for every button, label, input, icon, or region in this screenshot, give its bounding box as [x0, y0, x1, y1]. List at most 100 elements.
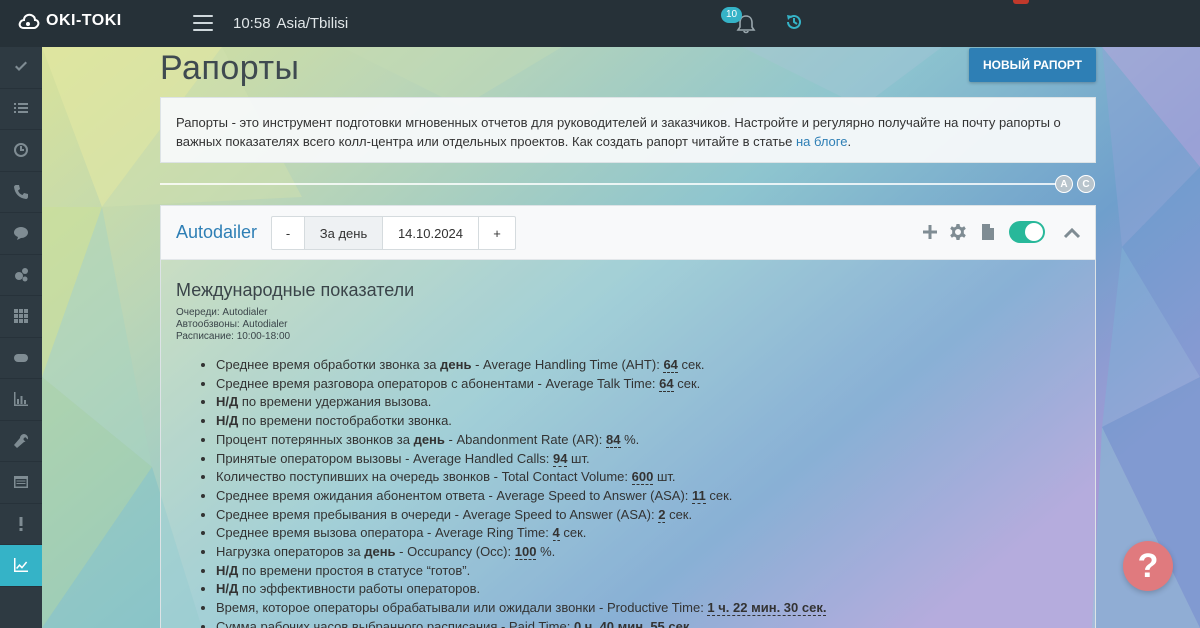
logo[interactable]: OKI-TOKI	[18, 12, 122, 30]
date-input[interactable]: 14.10.2024	[383, 217, 479, 249]
metric-value[interactable]: 4	[552, 525, 560, 542]
metric-pre: Среднее время вызова оператора - Average…	[216, 525, 553, 541]
sidebar-item-statistics[interactable]	[0, 379, 42, 421]
metric-value[interactable]: 64	[659, 375, 674, 392]
metric-value[interactable]: 84	[606, 431, 621, 448]
metric-pre: Среднее время разговора операторов с або…	[216, 375, 660, 391]
wrench-icon	[14, 433, 28, 448]
sort-a-button[interactable]: A	[1055, 175, 1073, 193]
metric-bold: Н/Д	[216, 562, 239, 578]
add-button[interactable]	[921, 223, 939, 241]
info-end: .	[847, 134, 852, 149]
metric-bold: день	[364, 544, 396, 560]
alert-flag	[1013, 0, 1029, 4]
metric-item: Сумма рабочих часов выбранного расписани…	[216, 618, 1082, 628]
line-chart-icon	[14, 558, 28, 573]
metric-bold: Н/Д	[216, 581, 239, 597]
metric-value[interactable]: 600	[631, 469, 654, 486]
metric-item: Среднее время вызова оператора - Average…	[216, 524, 1082, 543]
sidebar-item-tools[interactable]	[0, 421, 42, 462]
logo-text: OKI-TOKI	[46, 12, 122, 29]
table-icon	[14, 476, 28, 489]
metric-item: Процент потерянных звонков за день - Aba…	[216, 431, 1082, 450]
metrics-list: Среднее время обработки звонка за день -…	[176, 356, 1082, 628]
metric-value[interactable]: 64	[663, 357, 678, 373]
metric-pre: Нагрузка операторов за	[216, 544, 365, 560]
chevron-up-icon	[1063, 227, 1081, 239]
report-enabled-toggle[interactable]	[1009, 221, 1045, 243]
sidebar-item-calls[interactable]	[0, 172, 42, 213]
sort-c-button[interactable]: C	[1077, 175, 1095, 193]
sidebar-item-lists[interactable]	[0, 89, 42, 130]
metric-item: Среднее время обработки звонка за день -…	[216, 356, 1082, 375]
blog-link[interactable]: на блоге	[796, 134, 848, 149]
top-bar: OKI-TOKI 10:58 Asia/Tbilisi 10	[0, 0, 1200, 47]
metric-post: шт.	[567, 450, 590, 466]
metric-item: Количество поступивших на очередь звонко…	[216, 468, 1082, 487]
report-name[interactable]: Autodailer	[176, 222, 257, 243]
metric-value[interactable]: 100	[514, 544, 537, 561]
metric-pre: Время, которое операторы обрабатывали ил…	[216, 600, 708, 616]
sidebar-item-reports[interactable]	[0, 545, 42, 587]
clock: 10:58 Asia/Tbilisi	[233, 15, 348, 32]
next-date-button[interactable]: +	[479, 217, 515, 249]
bar-chart-icon	[14, 392, 28, 407]
report-queues: Очереди: Autodialer	[176, 307, 268, 318]
sidebar-item-settings[interactable]	[0, 255, 42, 296]
metric-mid: по времени удержания вызова.	[238, 394, 432, 410]
metric-post: сек.	[665, 506, 693, 522]
sidebar-item-chat[interactable]	[0, 213, 42, 255]
metric-value[interactable]: 1 ч. 22 мин. 30 сек.	[707, 600, 827, 617]
notifications-button[interactable]: 10	[721, 7, 757, 35]
help-button[interactable]: ?	[1123, 541, 1173, 591]
sidebar-item-tasks[interactable]	[0, 47, 42, 89]
metric-post: сек.	[677, 357, 705, 372]
new-report-button[interactable]: НОВЫЙ РАПОРТ	[969, 48, 1096, 82]
sidebar-item-history[interactable]	[0, 130, 42, 172]
phone-icon	[14, 184, 28, 199]
document-icon	[982, 224, 994, 240]
metric-item: Н/Д по времени простоя в статусе “готов”…	[216, 562, 1082, 581]
metric-value[interactable]: 94	[552, 450, 568, 467]
report-body: Международные показатели Очереди: Autodi…	[161, 260, 1095, 628]
metric-item: Н/Д по времени удержания вызова.	[216, 393, 1082, 412]
metric-bold: день	[413, 431, 445, 447]
metric-value[interactable]: 11	[692, 487, 706, 504]
report-title: Международные показатели	[176, 280, 415, 300]
settings-button[interactable]	[949, 223, 967, 241]
metric-bold: день	[440, 357, 472, 372]
report-card-header: Autodailer - За день 14.10.2024 +	[161, 206, 1095, 260]
menu-toggle-button[interactable]	[193, 15, 213, 31]
clock-timezone: Asia/Tbilisi	[276, 15, 349, 32]
grid-icon	[14, 309, 28, 324]
metric-item: Н/Д по времени постобработки звонка.	[216, 412, 1082, 431]
history-button[interactable]	[785, 13, 803, 31]
metric-pre: Сумма рабочих часов выбранного расписани…	[216, 618, 574, 628]
history-icon	[787, 14, 801, 29]
sidebar-item-apps[interactable]	[0, 296, 42, 338]
metric-pre: Среднее время пребывания в очереди - Ave…	[216, 506, 659, 522]
collapse-button[interactable]	[1063, 224, 1081, 242]
sidebar-item-alerts[interactable]	[0, 504, 42, 545]
period-select[interactable]: За день	[305, 217, 383, 249]
divider	[160, 183, 1058, 185]
info-text: Рапорты - это инструмент подготовки мгно…	[176, 115, 1061, 149]
metric-pre: Среднее время обработки звонка за	[216, 357, 441, 372]
export-button[interactable]	[979, 223, 997, 241]
sidebar-item-tables[interactable]	[0, 462, 42, 504]
check-icon	[15, 61, 27, 72]
metric-mid: по эффективности работы операторов.	[238, 581, 481, 597]
metric-item: Нагрузка операторов за день - Occupancy …	[216, 543, 1082, 562]
metric-mid: - Abandonment Rate (AR):	[444, 431, 607, 447]
metric-pre: Среднее время ожидания абонентом ответа …	[216, 487, 693, 503]
sidebar-item-toggles[interactable]	[0, 338, 42, 379]
metric-bold: Н/Д	[216, 394, 239, 410]
chat-icon	[14, 227, 28, 241]
cloud-logo-icon	[18, 13, 40, 29]
prev-date-button[interactable]: -	[272, 217, 305, 249]
metric-item: Среднее время разговора операторов с або…	[216, 375, 1082, 394]
metric-post: сек.	[705, 487, 733, 503]
metric-item: Время, которое операторы обрабатывали ил…	[216, 599, 1082, 618]
report-autocalls: Автообзвоны: Autodialer	[176, 319, 288, 330]
metric-mid: по времени постобработки звонка.	[238, 413, 452, 429]
